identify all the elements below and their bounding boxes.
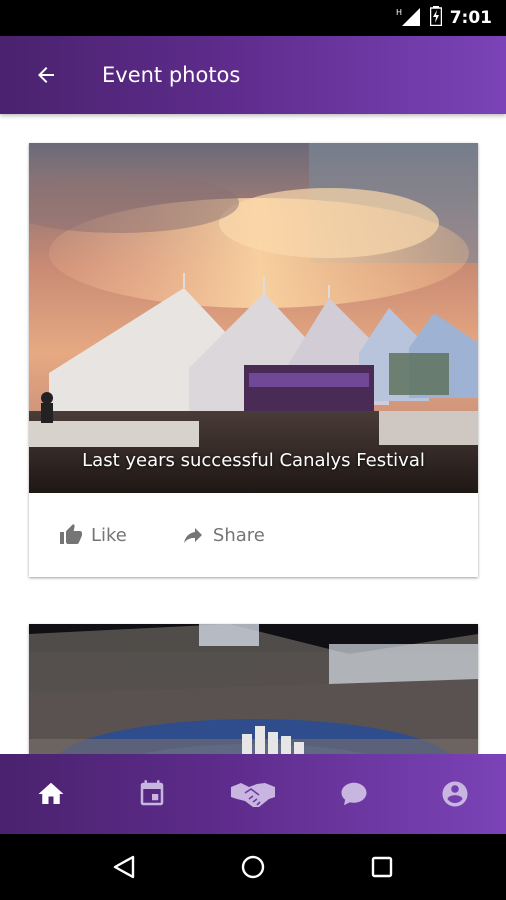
event-photo[interactable] xyxy=(29,624,478,754)
system-navigation xyxy=(0,834,506,900)
square-recents-icon xyxy=(371,856,392,878)
share-label: Share xyxy=(212,524,265,546)
stadium-image xyxy=(29,624,478,754)
nav-chat[interactable] xyxy=(324,764,384,824)
status-bar: H 7:01 xyxy=(0,0,506,36)
page-title: Event photos xyxy=(102,63,241,87)
card-actions: Like Share xyxy=(29,493,478,577)
nav-calendar[interactable] xyxy=(122,764,182,824)
like-label: Like xyxy=(91,524,127,546)
back-button[interactable] xyxy=(26,55,66,95)
nav-account[interactable] xyxy=(425,764,485,824)
status-time: 7:01 xyxy=(449,8,492,28)
share-arrow-icon xyxy=(183,528,202,543)
event-photo[interactable]: Last years successful Canalys Festival xyxy=(29,143,478,493)
triangle-back-icon xyxy=(114,855,135,879)
system-back-button[interactable] xyxy=(99,842,149,892)
nav-networking[interactable] xyxy=(223,764,283,824)
handshake-icon xyxy=(230,783,275,807)
like-button[interactable]: Like xyxy=(59,523,127,547)
account-icon xyxy=(442,781,468,807)
app-bar: Event photos xyxy=(0,36,506,114)
signal-icon: H xyxy=(396,6,422,31)
thumb-up-icon xyxy=(60,524,82,544)
share-button[interactable]: Share xyxy=(181,523,265,547)
nav-home[interactable] xyxy=(21,764,81,824)
festival-tent-image xyxy=(29,143,478,493)
home-icon xyxy=(38,782,64,804)
photo-card: Last years successful Canalys Festival L… xyxy=(29,143,478,577)
arrow-back-icon xyxy=(38,67,54,83)
photo-caption: Last years successful Canalys Festival xyxy=(82,450,425,471)
chat-icon xyxy=(341,782,367,806)
battery-icon xyxy=(429,5,442,31)
svg-text:H: H xyxy=(396,8,402,17)
photo-card xyxy=(29,624,478,754)
photo-feed[interactable]: Last years successful Canalys Festival L… xyxy=(0,114,506,754)
calendar-icon xyxy=(140,780,164,806)
system-recents-button[interactable] xyxy=(357,842,407,892)
system-home-button[interactable] xyxy=(228,842,278,892)
circle-home-icon xyxy=(241,855,265,879)
bottom-navigation xyxy=(0,754,506,834)
